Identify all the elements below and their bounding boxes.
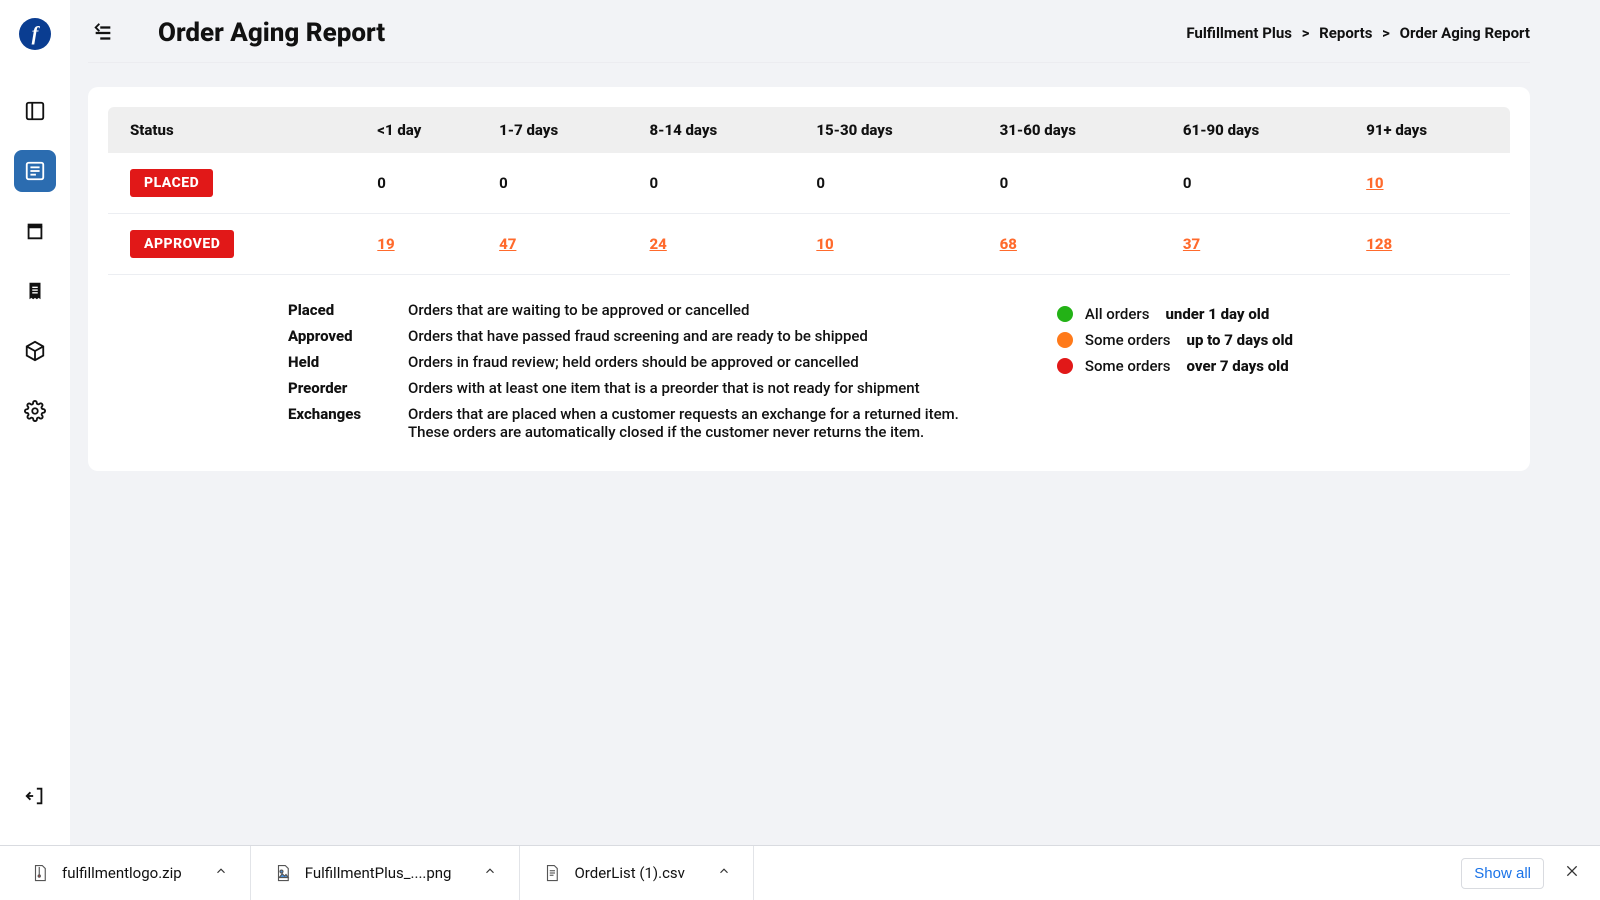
definition-desc: Orders in fraud review; held orders shou…: [408, 353, 997, 371]
report-card: Status<1 day1-7 days8-14 days15-30 days3…: [88, 87, 1530, 471]
count-link[interactable]: 47: [499, 235, 516, 253]
legend-dot: [1057, 306, 1073, 322]
count-value: 0: [1173, 153, 1356, 214]
download-filename: OrderList (1).csv: [574, 864, 684, 882]
count-value: 0: [639, 153, 806, 214]
definition-desc: Orders that have passed fraud screening …: [408, 327, 997, 345]
status-badge: PLACED: [130, 169, 213, 197]
table-row: APPROVED 19 47 24 10 68 37 128: [108, 214, 1510, 275]
table-header: Status: [108, 107, 367, 153]
status-badge: APPROVED: [130, 230, 234, 258]
downloads-bar: fulfillmentlogo.zip FulfillmentPlus_....p…: [0, 845, 1600, 900]
breadcrumb-item[interactable]: Reports: [1319, 24, 1372, 42]
nav-settings[interactable]: [14, 390, 56, 432]
aging-table: Status<1 day1-7 days8-14 days15-30 days3…: [108, 107, 1510, 275]
count-value: 0: [990, 153, 1173, 214]
count-value: 0: [489, 153, 639, 214]
count-value: 0: [367, 153, 489, 214]
download-filename: FulfillmentPlus_....png: [305, 864, 452, 882]
download-item[interactable]: FulfillmentPlus_....png: [251, 846, 521, 900]
definition-term: Exchanges: [288, 405, 398, 441]
downloads-show-all[interactable]: Show all: [1461, 858, 1544, 889]
file-icon: [30, 861, 50, 885]
downloads-close[interactable]: [1558, 857, 1586, 889]
nav-logout[interactable]: [14, 775, 56, 817]
definition-term: Placed: [288, 301, 398, 319]
main-content: Order Aging Report Fulfillment Plus > Re…: [70, 0, 1600, 845]
table-header: 91+ days: [1356, 107, 1510, 153]
legend-row: Some orders over 7 days old: [1057, 357, 1500, 375]
nav-package[interactable]: [14, 330, 56, 372]
count-link[interactable]: 10: [816, 235, 833, 253]
table-header: 8-14 days: [639, 107, 806, 153]
download-filename: fulfillmentlogo.zip: [62, 864, 182, 882]
count-link[interactable]: 37: [1183, 235, 1200, 253]
legend-dot: [1057, 332, 1073, 348]
chevron-up-icon[interactable]: [483, 864, 497, 882]
breadcrumb-sep: >: [1302, 24, 1310, 42]
nav-receipt[interactable]: [14, 270, 56, 312]
count-value: 0: [806, 153, 989, 214]
page-title: Order Aging Report: [158, 18, 385, 48]
legend-row: All orders under 1 day old: [1057, 305, 1500, 323]
legend-wrap: Placed Orders that are waiting to be appr…: [108, 275, 1510, 451]
count-link[interactable]: 68: [1000, 235, 1017, 253]
definition-desc: Orders with at least one item that is a …: [408, 379, 997, 397]
app-logo[interactable]: f: [19, 18, 51, 50]
definition-desc: Orders that are waiting to be approved o…: [408, 301, 997, 319]
count-link[interactable]: 24: [649, 235, 666, 253]
definition-term: Held: [288, 353, 398, 371]
legend-dot: [1057, 358, 1073, 374]
file-icon: [273, 861, 293, 885]
sidebar-toggle[interactable]: [88, 18, 118, 48]
legend-bold: up to 7 days old: [1187, 331, 1293, 349]
table-header: 15-30 days: [806, 107, 989, 153]
legend-text: Some orders: [1085, 357, 1171, 375]
definition-desc: Orders that are placed when a customer r…: [408, 405, 997, 441]
table-header: 1-7 days: [489, 107, 639, 153]
download-item[interactable]: OrderList (1).csv: [520, 846, 753, 900]
breadcrumb-sep: >: [1382, 24, 1390, 42]
table-header: 61-90 days: [1173, 107, 1356, 153]
header-divider: [88, 62, 1530, 63]
legend-text: All orders: [1085, 305, 1150, 323]
definition-term: Approved: [288, 327, 398, 345]
count-link[interactable]: 19: [377, 235, 394, 253]
download-item[interactable]: fulfillmentlogo.zip: [8, 846, 251, 900]
table-header: <1 day: [367, 107, 489, 153]
nav-reports[interactable]: [14, 150, 56, 192]
table-header: 31-60 days: [990, 107, 1173, 153]
status-definitions: Placed Orders that are waiting to be appr…: [288, 301, 997, 441]
chevron-up-icon[interactable]: [214, 864, 228, 882]
topbar: Order Aging Report Fulfillment Plus > Re…: [70, 0, 1600, 58]
legend-row: Some orders up to 7 days old: [1057, 331, 1500, 349]
legend-bold: under 1 day old: [1165, 305, 1269, 323]
breadcrumb-item[interactable]: Fulfillment Plus: [1186, 24, 1292, 42]
count-link[interactable]: 10: [1366, 174, 1383, 192]
count-link[interactable]: 128: [1366, 235, 1392, 253]
legend-text: Some orders: [1085, 331, 1171, 349]
table-row: PLACED00000010: [108, 153, 1510, 214]
breadcrumbs: Fulfillment Plus > Reports > Order Aging…: [1186, 24, 1530, 42]
nav-archive[interactable]: [14, 210, 56, 252]
definition-term: Preorder: [288, 379, 398, 397]
color-legend: All orders under 1 day old Some orders up…: [1057, 301, 1500, 441]
breadcrumb-item: Order Aging Report: [1400, 24, 1530, 42]
chevron-up-icon[interactable]: [717, 864, 731, 882]
sidebar: f: [0, 0, 70, 845]
legend-bold: over 7 days old: [1187, 357, 1289, 375]
nav-dashboard[interactable]: [14, 90, 56, 132]
file-icon: [542, 861, 562, 885]
nav-icons: [14, 90, 56, 432]
